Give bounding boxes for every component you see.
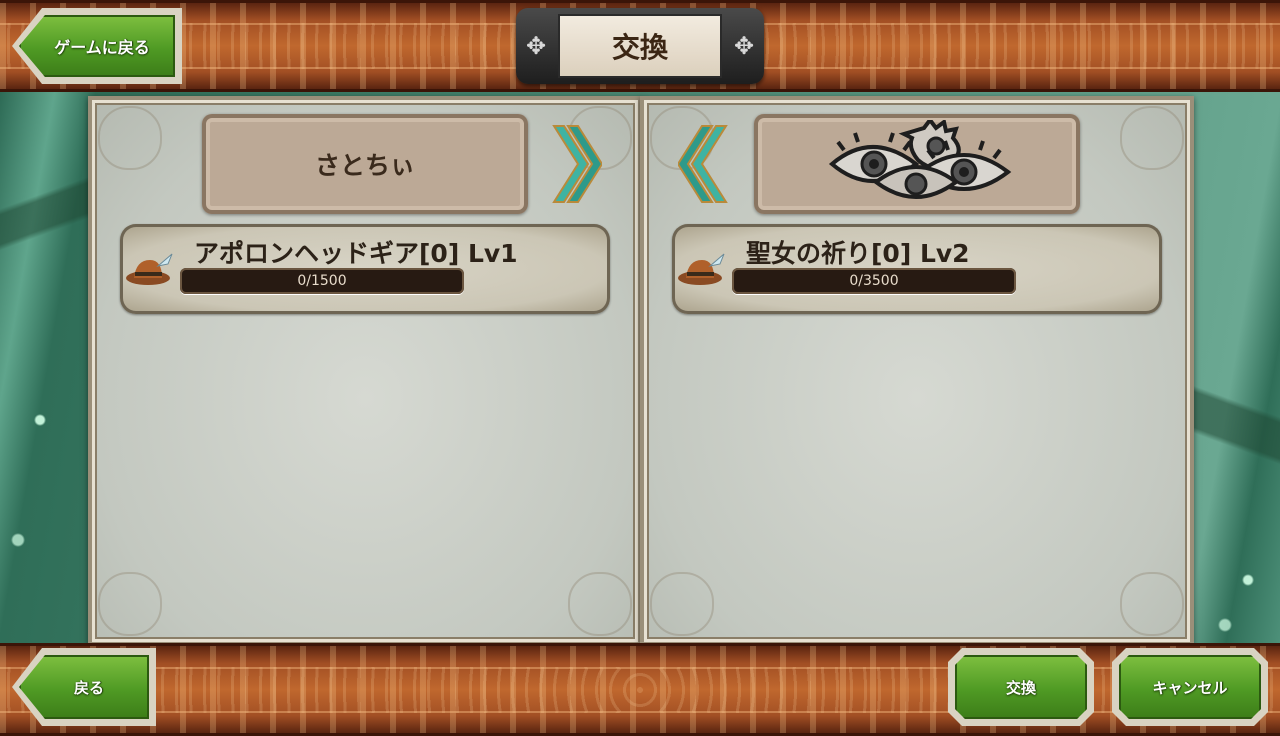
ornament-icon: ✥ — [733, 32, 755, 60]
exchange-label: 交換 — [955, 655, 1087, 719]
player-name-plate: さとちぃ — [202, 114, 528, 214]
back-label: 戻る — [19, 655, 149, 719]
item-xp-text: 0/1500 — [297, 273, 347, 289]
tree-right-decoration — [1185, 90, 1280, 650]
back-to-game-label: ゲームに戻る — [19, 15, 175, 77]
partner-name-plate — [754, 114, 1080, 214]
back-to-game-button[interactable]: ゲームに戻る — [12, 8, 182, 84]
double-chevron-right-icon — [552, 125, 602, 203]
player-name: さとちぃ — [314, 151, 415, 180]
corner-ornament — [650, 572, 714, 636]
my-offer-panel: さとちぃ アポロンヘッドギア[0] Lv1 0/1500 — [88, 96, 642, 646]
corner-ornament — [1120, 106, 1184, 170]
corner-ornament — [1120, 572, 1184, 636]
item-xp-text: 0/3500 — [849, 273, 899, 289]
corner-ornament — [98, 572, 162, 636]
eyes-icon — [828, 120, 1012, 199]
feather-hat-icon — [678, 253, 725, 285]
title-plaque: ✥ 交換 ✥ — [516, 8, 764, 84]
page-title: 交換 — [558, 14, 722, 78]
back-button[interactable]: 戻る — [12, 648, 156, 726]
partner-offer-panel: 聖女の祈り[0] Lv2 0/3500 — [640, 96, 1194, 646]
item-xp-bar: 0/3500 — [732, 268, 1016, 294]
corner-ornament — [98, 106, 162, 170]
offered-item-row[interactable]: アポロンヘッドギア[0] Lv1 0/1500 — [120, 224, 610, 314]
item-xp-bar: 0/1500 — [180, 268, 464, 294]
item-name: 聖女の祈り[0] Lv2 — [746, 239, 970, 268]
ornament-icon: ✥ — [525, 32, 547, 60]
item-name: アポロンヘッドギア[0] Lv1 — [194, 239, 518, 268]
double-chevron-left-icon — [678, 125, 728, 203]
tree-left-decoration — [0, 90, 95, 650]
partner-item-row[interactable]: 聖女の祈り[0] Lv2 0/3500 — [672, 224, 1162, 314]
cancel-button[interactable]: キャンセル — [1112, 648, 1268, 726]
feather-hat-icon — [126, 253, 173, 285]
exchange-button[interactable]: 交換 — [948, 648, 1094, 726]
cancel-label: キャンセル — [1119, 655, 1261, 719]
corner-ornament — [568, 572, 632, 636]
